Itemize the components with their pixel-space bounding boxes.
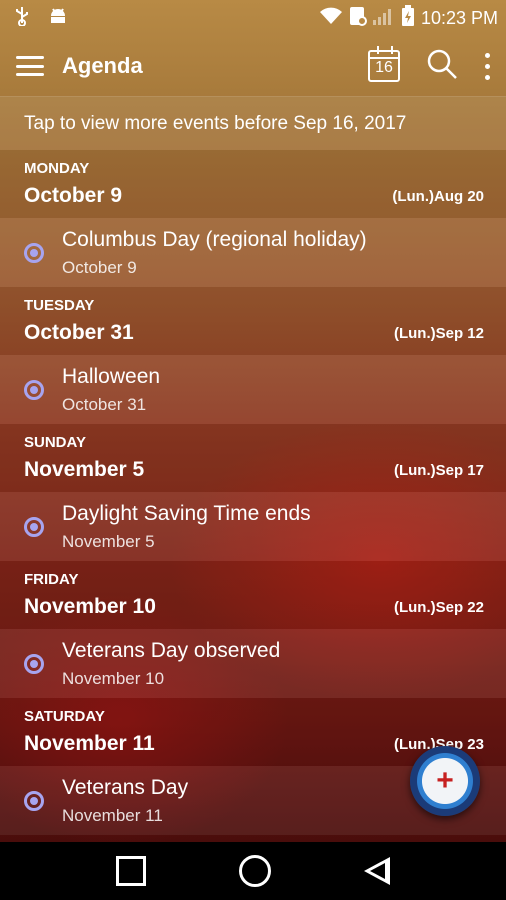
event-title: Daylight Saving Time ends bbox=[62, 502, 311, 525]
day-group: MONDAY October 9 (Lun.)Aug 20 Columbus D… bbox=[0, 150, 506, 287]
lunar-date: (Lun.)Sep 17 bbox=[393, 462, 484, 479]
event-item[interactable]: Halloween October 31 bbox=[0, 355, 506, 424]
event-title: Veterans Day observed bbox=[62, 639, 281, 662]
add-event-button[interactable]: + bbox=[410, 746, 480, 816]
event-dot-icon bbox=[24, 243, 44, 263]
usb-icon bbox=[14, 6, 30, 31]
day-header: MONDAY October 9 (Lun.)Aug 20 bbox=[0, 150, 506, 218]
day-date: October 31 bbox=[24, 321, 134, 344]
day-name: MONDAY bbox=[24, 160, 90, 177]
event-item[interactable]: Columbus Day (regional holiday) October … bbox=[0, 218, 506, 287]
event-dot-icon bbox=[24, 517, 44, 537]
day-date: November 10 bbox=[24, 595, 156, 618]
event-date: November 11 bbox=[62, 806, 163, 825]
day-header: TUESDAY October 31 (Lun.)Sep 12 bbox=[0, 287, 506, 355]
event-item[interactable]: Daylight Saving Time ends November 5 bbox=[0, 492, 506, 561]
page-title: Agenda bbox=[62, 53, 143, 78]
event-dot-icon bbox=[24, 791, 44, 811]
back-icon[interactable] bbox=[363, 857, 390, 885]
wifi-icon bbox=[319, 7, 343, 30]
status-time: 10:23 PM bbox=[420, 7, 498, 28]
event-date: November 5 bbox=[62, 532, 155, 551]
agenda-list[interactable]: MONDAY October 9 (Lun.)Aug 20 Columbus D… bbox=[0, 150, 506, 842]
lunar-date: (Lun.)Aug 20 bbox=[392, 188, 484, 205]
load-earlier-banner[interactable]: Tap to view more events before Sep 16, 2… bbox=[0, 96, 506, 150]
app-bar: Agenda 16 bbox=[0, 36, 506, 96]
event-date: October 31 bbox=[62, 395, 147, 414]
lunar-date: (Lun.)Sep 12 bbox=[393, 325, 484, 342]
day-date: November 5 bbox=[24, 458, 145, 481]
event-title: Columbus Day (regional holiday) bbox=[62, 228, 367, 251]
event-dot-icon bbox=[24, 654, 44, 674]
system-nav-bar bbox=[0, 842, 506, 900]
day-date: November 11 bbox=[24, 732, 155, 755]
day-name: FRIDAY bbox=[24, 571, 79, 588]
day-header: SUNDAY November 5 (Lun.)Sep 17 bbox=[0, 424, 506, 492]
day-group: SUNDAY November 5 (Lun.)Sep 17 Daylight … bbox=[0, 424, 506, 561]
search-icon[interactable] bbox=[426, 48, 458, 85]
android-icon bbox=[48, 7, 68, 30]
nfc-icon bbox=[349, 6, 367, 31]
home-icon[interactable] bbox=[238, 855, 271, 887]
calendar-today-number: 16 bbox=[375, 59, 393, 76]
event-dot-icon bbox=[24, 380, 44, 400]
day-group: FRIDAY November 10 (Lun.)Sep 22 Veterans… bbox=[0, 561, 506, 698]
calendar-today-icon[interactable]: 16 bbox=[368, 46, 400, 82]
day-name: SATURDAY bbox=[24, 708, 105, 725]
banner-text: Tap to view more events before Sep 16, 2… bbox=[24, 112, 407, 134]
menu-icon[interactable] bbox=[16, 56, 44, 76]
day-name: TUESDAY bbox=[24, 297, 95, 314]
day-date: October 9 bbox=[24, 184, 123, 207]
signal-icon bbox=[372, 7, 395, 30]
event-date: October 9 bbox=[62, 258, 137, 277]
status-bar: 10:23 PM bbox=[0, 0, 506, 36]
add-icon: + bbox=[436, 764, 454, 797]
more-vert-icon[interactable] bbox=[484, 52, 490, 80]
event-date: November 10 bbox=[62, 669, 165, 688]
battery-icon bbox=[401, 4, 415, 32]
day-group: TUESDAY October 31 (Lun.)Sep 12 Hallowee… bbox=[0, 287, 506, 424]
event-item[interactable]: Veterans Day observed November 10 bbox=[0, 629, 506, 698]
event-title: Halloween bbox=[62, 365, 161, 388]
recents-icon[interactable] bbox=[116, 856, 147, 886]
lunar-date: (Lun.)Sep 22 bbox=[393, 599, 484, 616]
day-header: FRIDAY November 10 (Lun.)Sep 22 bbox=[0, 561, 506, 629]
event-title: Veterans Day bbox=[62, 776, 189, 799]
day-name: SUNDAY bbox=[24, 434, 86, 451]
